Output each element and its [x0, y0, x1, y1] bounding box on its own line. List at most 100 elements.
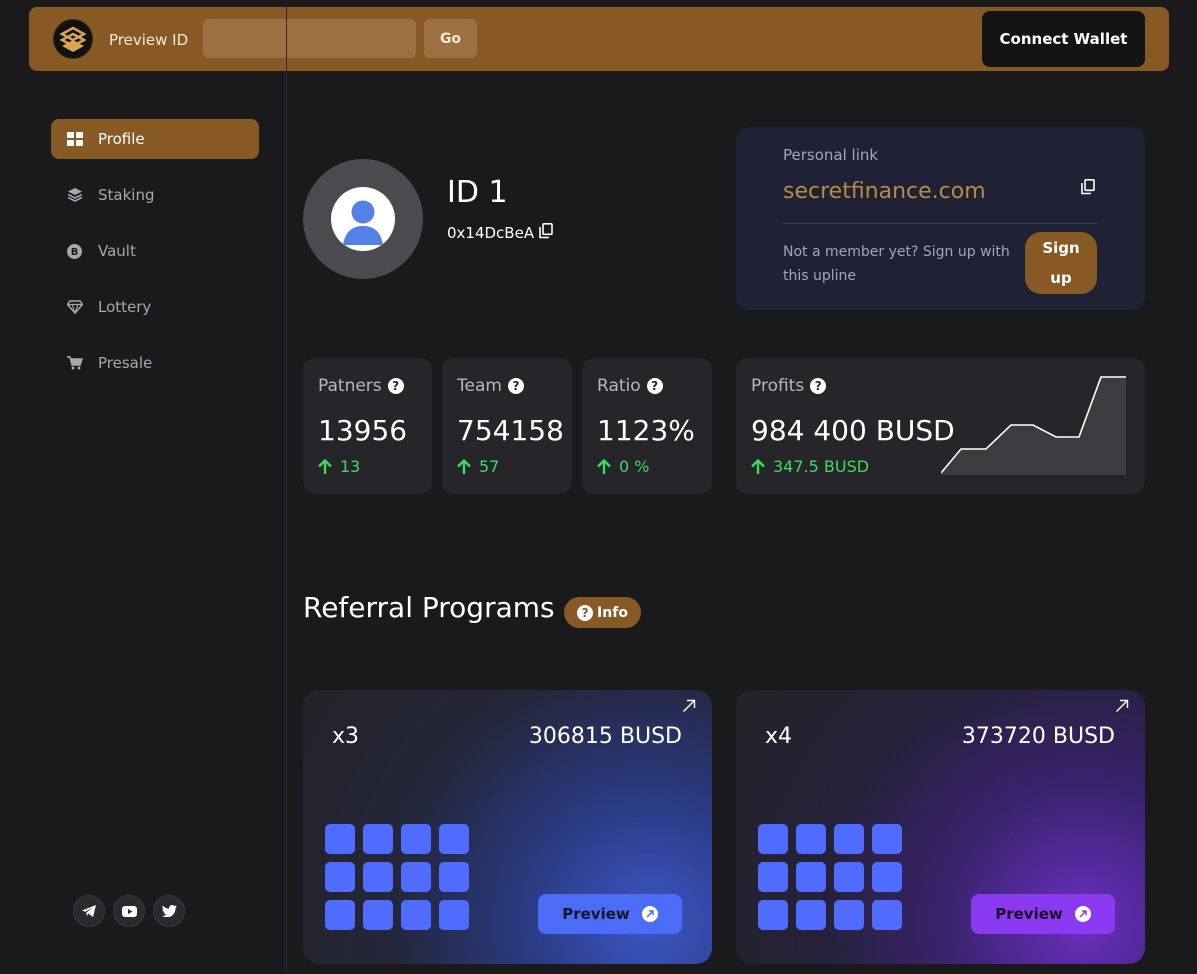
svg-text:B: B: [71, 247, 79, 258]
slot-cell[interactable]: [872, 900, 902, 930]
arrow-circle-icon: [641, 906, 658, 922]
slot-cell[interactable]: [325, 824, 355, 854]
slot-cell[interactable]: [325, 900, 355, 930]
program-amount: 373720 BUSD: [961, 724, 1115, 749]
sidebar-divider: [286, 0, 287, 974]
personal-link-card: Personal link secretfinance.com Not a me…: [736, 127, 1145, 310]
youtube-icon[interactable]: [113, 895, 145, 927]
stat-delta: 347.5 BUSD: [751, 457, 869, 476]
slot-cell[interactable]: [796, 824, 826, 854]
stat-value: 1123%: [597, 414, 695, 447]
info-button[interactable]: ? Info: [564, 597, 641, 628]
arrow-up-icon: [457, 459, 471, 474]
preview-button-label: Preview: [562, 905, 630, 923]
slot-cell[interactable]: [872, 862, 902, 892]
slot-cell[interactable]: [439, 900, 469, 930]
user-avatar-icon: [331, 187, 395, 251]
slot-cell[interactable]: [363, 862, 393, 892]
slot-cell[interactable]: [872, 824, 902, 854]
go-button[interactable]: Go: [424, 19, 477, 58]
slot-cell[interactable]: [325, 862, 355, 892]
preview-button[interactable]: Preview: [538, 894, 682, 934]
sidebar-item-label: Staking: [98, 186, 155, 204]
sign-up-button[interactable]: Sign up: [1025, 232, 1097, 294]
program-card-x4[interactable]: x4 373720 BUSD Preview: [736, 690, 1145, 964]
cart-icon: [51, 356, 98, 370]
stat-delta-text: 347.5 BUSD: [773, 457, 870, 476]
help-icon[interactable]: ?: [646, 378, 663, 394]
slot-cell[interactable]: [796, 900, 826, 930]
sidebar-item-vault[interactable]: B Vault: [51, 231, 259, 271]
stat-delta-text: 0 %: [619, 457, 650, 476]
preview-button[interactable]: Preview: [971, 894, 1115, 934]
arrow-up-icon: [318, 459, 332, 474]
personal-link-url[interactable]: secretfinance.com: [783, 179, 986, 204]
slot-cell[interactable]: [363, 900, 393, 930]
stat-label-text: Team: [457, 376, 502, 396]
twitter-icon[interactable]: [153, 895, 185, 927]
divider: [783, 223, 1097, 224]
slot-cell[interactable]: [401, 824, 431, 854]
slot-cell[interactable]: [834, 862, 864, 892]
stat-delta: 0 %: [597, 457, 649, 476]
slot-grid: [758, 824, 902, 930]
program-multiplier: x4: [765, 724, 793, 749]
program-card-x3[interactable]: x3 306815 BUSD Preview: [303, 690, 712, 964]
slot-cell[interactable]: [758, 824, 788, 854]
secret-finance-logo-icon[interactable]: [53, 19, 93, 59]
stat-label: Profits ?: [751, 376, 827, 396]
slot-cell[interactable]: [834, 824, 864, 854]
help-icon: ?: [577, 604, 594, 621]
sidebar-item-label: Lottery: [98, 298, 152, 316]
slot-cell[interactable]: [439, 862, 469, 892]
help-icon[interactable]: ?: [507, 378, 524, 394]
stat-label-text: Patners: [318, 376, 382, 396]
copy-icon[interactable]: [539, 223, 553, 243]
info-label: Info: [597, 604, 628, 621]
external-arrow-icon[interactable]: [1115, 698, 1129, 717]
sidebar-item-label: Presale: [98, 354, 153, 372]
slot-cell[interactable]: [401, 862, 431, 892]
slot-cell[interactable]: [363, 824, 393, 854]
slot-cell[interactable]: [439, 824, 469, 854]
stat-delta-text: 13: [340, 457, 361, 476]
sidebar-item-staking[interactable]: Staking: [51, 175, 259, 215]
stat-label-text: Ratio: [597, 376, 641, 396]
preview-button-label: Preview: [995, 905, 1063, 923]
slot-grid: [325, 824, 469, 930]
slot-cell[interactable]: [834, 900, 864, 930]
sidebar-item-profile[interactable]: Profile: [51, 119, 259, 159]
stat-delta-text: 57: [479, 457, 500, 476]
stat-delta: 57: [457, 457, 499, 476]
sidebar-item-lottery[interactable]: Lottery: [51, 287, 259, 327]
connect-wallet-button[interactable]: Connect Wallet: [982, 11, 1145, 67]
preview-id-input[interactable]: [203, 19, 416, 58]
sidebar-item-presale[interactable]: Presale: [51, 343, 259, 383]
slot-cell[interactable]: [758, 862, 788, 892]
profile-id: ID 1: [447, 175, 508, 210]
slot-cell[interactable]: [796, 862, 826, 892]
help-icon[interactable]: ?: [810, 378, 827, 394]
arrow-up-icon: [751, 459, 765, 474]
top-bar: Preview ID Go Connect Wallet: [29, 7, 1169, 71]
stat-label: Team ?: [457, 376, 524, 396]
profits-sparkline: [941, 376, 1126, 475]
slot-cell[interactable]: [401, 900, 431, 930]
social-links: [73, 895, 185, 927]
wallet-address-text: 0x14DcBeA: [447, 224, 535, 242]
stat-label-text: Profits: [751, 376, 805, 396]
telegram-icon[interactable]: [73, 895, 105, 927]
sidebar-item-label: Profile: [98, 130, 145, 148]
copy-icon[interactable]: [1081, 179, 1095, 199]
stat-card-profits: Profits ? 984 400 BUSD 347.5 BUSD: [736, 358, 1145, 494]
external-arrow-icon[interactable]: [682, 698, 696, 717]
grid-icon: [51, 132, 98, 146]
layers-icon: [51, 188, 98, 202]
stat-card-partners: Patners ? 13956 13: [303, 358, 432, 494]
stat-value: 984 400 BUSD: [751, 414, 955, 447]
stat-value: 754158: [457, 414, 564, 447]
slot-cell[interactable]: [758, 900, 788, 930]
program-multiplier: x3: [332, 724, 360, 749]
help-icon[interactable]: ?: [387, 378, 404, 394]
signup-note: Not a member yet? Sign up with this upli…: [783, 244, 1010, 284]
